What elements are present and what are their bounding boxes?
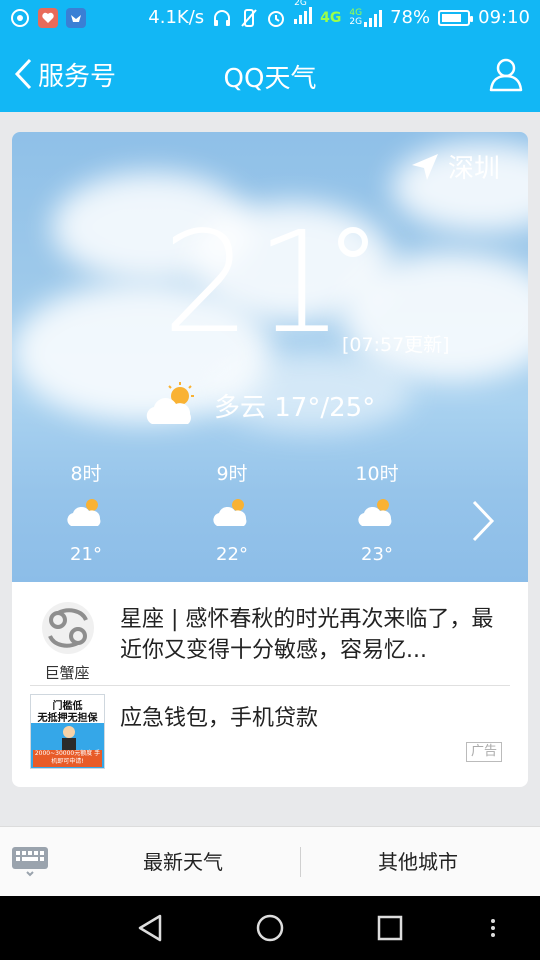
chevron-right-icon [472,500,495,542]
signal-4g-icon: 4G 2G [349,8,383,27]
person-icon [489,58,523,92]
keyboard-icon [12,847,48,877]
ad-badge: 广告 [466,742,502,762]
bottom-menu: 最新天气 其他城市 [0,826,540,896]
degree-symbol [338,227,368,257]
tab-other-cities[interactable]: 其他城市 [301,827,535,897]
system-indicators: 4.1K/s 2G 4G 4G 2G 78% 09:10 [148,0,530,29]
hour-time: 8时 [70,463,102,485]
circle-home-icon [256,914,284,942]
page-title: QQ天气 [223,64,317,94]
tab-latest-weather[interactable]: 最新天气 [66,827,300,897]
signal-2g-icon: 2G [294,0,313,29]
horoscope-row[interactable]: 巨蟹座 星座 | 感怀春秋的时光再次来临了，最近你又变得十分敏感，容易忆... [12,582,528,685]
hour-temp: 23° [361,544,393,565]
weather-card: 深圳 21 [07:57更新] 多云 17°/25° 8时 21° 9时 22°… [12,132,528,787]
android-navbar [0,896,540,960]
nav-recents-button[interactable] [370,910,410,946]
horoscope-text: 星座 | 感怀春秋的时光再次来临了，最近你又变得十分敏感，容易忆... [120,607,494,663]
partly-cloudy-icon [358,499,392,526]
hour-forecast: 8时 21° [46,462,126,565]
nav-menu-button[interactable] [478,910,508,946]
condition-text: 多云 17°/25° [214,392,376,423]
partly-cloudy-icon [146,382,194,424]
condition-row: 多云 17°/25° [142,380,375,430]
headphones-icon [214,9,231,26]
city-name: 深圳 [447,154,500,184]
hour-forecast: 9时 22° [192,462,272,565]
hour-time: 10时 [355,463,399,485]
zodiac-label: 巨蟹座 [44,664,90,682]
keyboard-button[interactable] [10,845,50,877]
hour-temp: 22° [216,544,248,565]
battery-percent: 78% [390,7,431,28]
bird-notification-icon [66,8,86,28]
clock: 09:10 [478,7,530,28]
ad-text: 应急钱包，手机贷款 [120,706,319,731]
title-bar: 服务号 QQ天气 [0,38,540,112]
ad-image: 门槛低 无抵押无担保 2000~30000元额度 手机即可申请! [30,694,105,769]
triangle-back-icon [138,914,162,942]
ad-row[interactable]: 门槛低 无抵押无担保 2000~30000元额度 手机即可申请! 应急钱包，手机… [12,686,528,787]
hour-temp: 21° [70,544,102,565]
current-temperature: 21 [162,202,349,365]
nav-back-button[interactable] [130,910,170,946]
updated-time: [07:57更新] [342,334,450,356]
partly-cloudy-icon [213,499,247,526]
battery-icon [438,9,474,26]
location-arrow-icon [411,153,438,180]
net-speed: 4.1K/s [148,7,205,28]
hourly-forecast: 8时 21° 9时 22° 10时 23° [12,462,528,582]
alarm-icon [268,10,285,27]
nav-home-button[interactable] [250,910,290,946]
app-notification-icon [10,8,30,28]
more-vertical-icon [491,919,495,937]
square-recents-icon [377,915,403,941]
sky-background: 深圳 21 [07:57更新] 多云 17°/25° 8时 21° 9时 22°… [12,132,528,582]
next-hours-button[interactable] [466,498,500,544]
hour-forecast: 10时 23° [337,462,417,565]
vibrate-off-icon [241,8,257,27]
message-notification-icon [38,8,58,28]
status-bar: 4.1K/s 2G 4G 4G 2G 78% 09:10 [0,0,540,38]
partly-cloudy-icon [67,499,101,526]
cancer-zodiac-icon [42,602,94,654]
city-selector[interactable]: 深圳 [410,148,500,185]
notification-icons [10,8,86,28]
profile-button[interactable] [486,54,526,94]
network-4g-label: 4G [320,9,342,26]
hour-time: 9时 [216,463,248,485]
